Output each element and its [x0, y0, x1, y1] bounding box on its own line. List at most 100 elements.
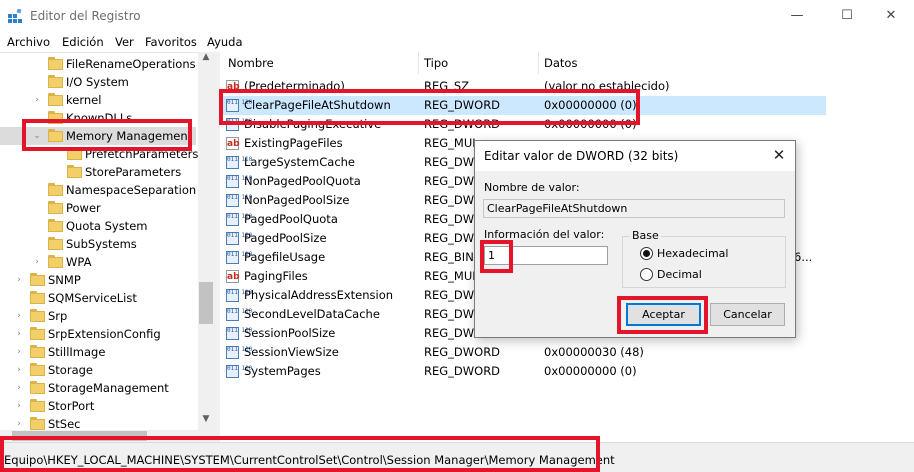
minimize-button[interactable]: — — [774, 0, 820, 32]
tree-item[interactable]: NamespaceSeparation — [0, 181, 196, 199]
menu-ver[interactable]: Ver — [115, 35, 134, 49]
expand-chevron-icon[interactable]: › — [14, 271, 24, 289]
tree-item[interactable]: › SrpExtensionConfig — [0, 325, 196, 343]
tree-item[interactable]: › StillImage — [0, 343, 196, 361]
folder-icon — [30, 309, 45, 322]
column-separator[interactable] — [418, 52, 419, 74]
tree-item[interactable]: › kernel — [0, 91, 196, 109]
tree-scroll-thumb[interactable] — [199, 282, 213, 324]
radio-hexadecimal[interactable] — [640, 247, 653, 260]
dialog-title: Editar valor de DWORD (32 bits) — [484, 149, 679, 163]
folder-icon — [48, 237, 63, 250]
binary-value-icon: 011 110 — [226, 365, 252, 378]
binary-value-icon: 011 110 — [226, 213, 252, 226]
folder-icon — [48, 75, 63, 88]
tree-item[interactable]: › StorageManagement — [0, 379, 196, 397]
folder-icon — [30, 417, 45, 430]
tree-item[interactable]: StoreParameters — [0, 163, 196, 181]
value-name-cell: NonPagedPoolQuota — [244, 174, 361, 188]
registry-key-tree[interactable]: FileRenameOperations I/O System › kernel Kno… — [0, 52, 214, 442]
tree-item-label: SNMP — [48, 273, 81, 287]
tree-item-label: Power — [66, 201, 101, 215]
tree-item[interactable]: I/O System — [0, 73, 196, 91]
tree-item[interactable]: SubSystems — [0, 235, 196, 253]
menu-edicion[interactable]: Edición — [62, 35, 104, 49]
value-name-cell: PagedPoolQuota — [244, 212, 338, 226]
dialog-close-icon[interactable]: ✕ — [766, 143, 792, 167]
tree-item[interactable]: › WPA — [0, 253, 196, 271]
value-name-cell: SecondLevelDataCache — [244, 307, 380, 321]
tree-item-label: StorageManagement — [48, 381, 169, 395]
registry-value-row[interactable]: 011 110 SystemPages REG_DWORD 0x00000000 (0… — [220, 362, 826, 381]
folder-icon — [30, 273, 45, 286]
column-header-name[interactable]: Nombre — [228, 56, 274, 70]
binary-value-icon: 011 110 — [226, 156, 252, 169]
folder-icon — [48, 219, 63, 232]
binary-value-icon: 011 110 — [226, 194, 252, 207]
expand-chevron-icon[interactable]: › — [14, 379, 24, 397]
tree-item-label: StorPort — [48, 399, 95, 413]
value-name-cell: SystemPages — [244, 364, 321, 378]
tree-item-label: StoreParameters — [85, 165, 182, 179]
folder-icon — [48, 93, 63, 106]
maximize-button[interactable]: ☐ — [824, 0, 870, 32]
scroll-down-icon[interactable]: ▼ — [199, 414, 213, 428]
tree-item[interactable]: Power — [0, 199, 196, 217]
close-window-button[interactable]: ✕ — [868, 0, 914, 32]
column-header-data[interactable]: Datos — [544, 56, 577, 70]
folder-icon — [30, 291, 45, 304]
binary-value-icon: 011 110 — [226, 308, 252, 321]
folder-icon — [48, 183, 63, 196]
folder-icon — [48, 57, 63, 70]
radio-decimal[interactable] — [640, 268, 653, 281]
column-separator[interactable] — [538, 52, 539, 74]
tree-item-label: StillImage — [48, 345, 106, 359]
menu-favoritos[interactable]: Favoritos — [145, 35, 197, 49]
tree-item[interactable]: › SNMP — [0, 271, 196, 289]
binary-value-icon: 011 110 — [226, 175, 252, 188]
tree-item[interactable]: SQMServiceList — [0, 289, 196, 307]
expand-chevron-icon[interactable]: › — [32, 253, 42, 271]
decimal-label[interactable]: Decimal — [657, 268, 702, 281]
tree-item-label: SQMServiceList — [48, 291, 137, 305]
highlight-status-path — [0, 436, 600, 472]
expand-chevron-icon[interactable]: › — [14, 397, 24, 415]
cancel-button[interactable]: Cancelar — [710, 303, 785, 326]
binary-value-icon: 011 110 — [226, 346, 252, 359]
tree-item-label: Quota System — [66, 219, 148, 233]
hexadecimal-label[interactable]: Hexadecimal — [657, 247, 728, 260]
tree-item-label: Storage — [48, 363, 93, 377]
folder-icon — [30, 381, 45, 394]
tree-item-label: I/O System — [66, 75, 129, 89]
tree-item[interactable]: FileRenameOperations — [0, 55, 196, 73]
highlight-clearpagefile-row — [219, 89, 640, 125]
tree-item-label: Srp — [48, 309, 68, 323]
value-name-cell: SessionPoolSize — [244, 326, 336, 340]
tree-item[interactable]: › StorPort — [0, 397, 196, 415]
menu-ayuda[interactable]: Ayuda — [207, 35, 243, 49]
tree-item[interactable]: › Storage — [0, 361, 196, 379]
folder-icon — [30, 327, 45, 340]
value-name-cell: ExistingPageFiles — [244, 136, 343, 150]
expand-chevron-icon[interactable]: › — [14, 361, 24, 379]
expand-chevron-icon[interactable]: › — [14, 325, 24, 343]
menu-bar: Archivo Edición Ver Favoritos Ayuda — [0, 32, 914, 52]
folder-icon — [30, 345, 45, 358]
value-name-field: ClearPageFileAtShutdown — [483, 199, 785, 218]
highlight-memory-management — [22, 119, 192, 151]
expand-chevron-icon[interactable]: › — [14, 343, 24, 361]
tree-item[interactable]: › Srp — [0, 307, 196, 325]
column-header-type[interactable]: Tipo — [424, 56, 448, 70]
tree-vertical-scrollbar[interactable] — [198, 52, 214, 430]
expand-chevron-icon[interactable]: › — [14, 307, 24, 325]
scroll-up-icon[interactable]: ▲ — [199, 52, 213, 66]
registry-value-row[interactable]: 011 110 SessionViewSize REG_DWORD 0x0000003… — [220, 343, 826, 362]
binary-value-icon: 011 110 — [226, 232, 252, 245]
tree-item[interactable]: Quota System — [0, 217, 196, 235]
expand-chevron-icon[interactable]: › — [32, 91, 42, 109]
menu-archivo[interactable]: Archivo — [7, 35, 50, 49]
registry-editor-icon — [8, 9, 22, 23]
highlight-ok-button — [617, 296, 708, 334]
value-type-cell: REG_DWORD — [424, 364, 501, 378]
highlight-value-input — [480, 240, 513, 273]
